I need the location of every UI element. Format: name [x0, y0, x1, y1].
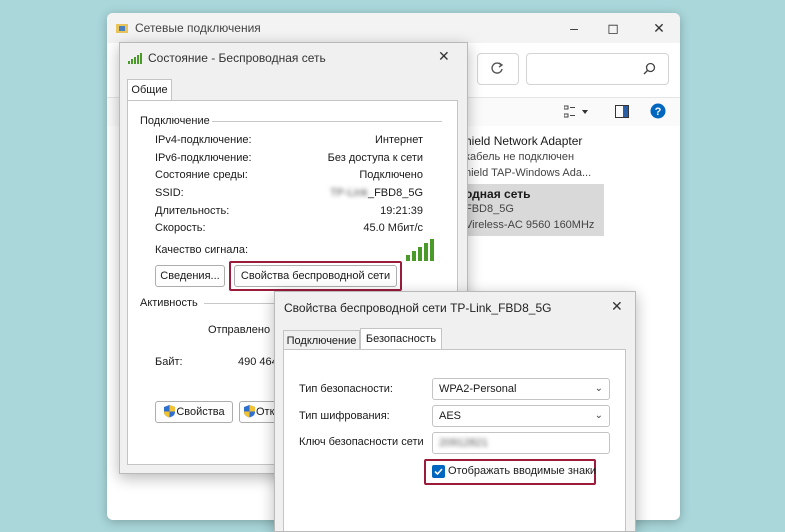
duration-value: 19:21:39: [380, 205, 423, 217]
security-key-input[interactable]: 20912821: [432, 432, 610, 454]
ipv4-value: Интернет: [375, 134, 423, 146]
signal-quality-label: Качество сигнала:: [155, 244, 249, 256]
maximize-icon[interactable]: ◻: [602, 18, 624, 38]
window-title: Сетевые подключения: [135, 21, 261, 35]
title-bar: Сетевые подключения – ◻ ✕: [107, 13, 680, 43]
adapter-1-name: hield Network Adapter: [465, 134, 583, 148]
divider: [204, 303, 274, 304]
tab-general[interactable]: Общие: [127, 79, 172, 101]
properties-button-label: Свойства: [176, 406, 225, 418]
ipv4-label: IPv4-подключение:: [155, 134, 252, 146]
duration-label: Длительность:: [155, 205, 230, 217]
refresh-button[interactable]: [477, 53, 519, 85]
close-icon[interactable]: ✕: [611, 298, 623, 315]
security-type-value: WPA2-Personal: [439, 383, 517, 395]
encryption-type-select[interactable]: AES ⌄: [432, 405, 610, 427]
encryption-type-label: Тип шифрования:: [299, 410, 390, 422]
adapter-2-name: одная сеть: [465, 187, 531, 201]
wireless-properties-button[interactable]: Свойства беспроводной сети: [234, 265, 397, 287]
tab-security[interactable]: Безопасность: [360, 328, 442, 350]
shield-icon: [164, 405, 176, 418]
wireless-properties-dialog: Свойства беспроводной сети TP-Link_FBD8_…: [274, 291, 636, 532]
wifi-signal-icon: [128, 53, 142, 64]
connection-section-label: Подключение: [140, 115, 210, 127]
adapter-1-status: кабель не подключен: [465, 151, 575, 163]
security-tab-panel: Тип безопасности: WPA2-Personal ⌄ Тип ши…: [283, 349, 626, 531]
chevron-down-icon: ⌄: [594, 383, 603, 394]
network-folder-icon: [116, 24, 128, 33]
properties-button[interactable]: Свойства: [155, 401, 233, 423]
ssid-value: TP-Link_FBD8_5G: [330, 187, 423, 199]
preview-pane-icon[interactable]: [615, 105, 629, 118]
close-icon[interactable]: ✕: [438, 48, 450, 65]
show-chars-checkbox[interactable]: [432, 465, 445, 478]
props-dialog-title: Свойства беспроводной сети TP-Link_FBD8_…: [284, 301, 552, 315]
adapter-2-status: FBD8_5G: [465, 203, 514, 215]
details-button[interactable]: Сведения...: [155, 265, 225, 287]
adapter-1-device: hield TAP-Windows Ada...: [465, 167, 592, 179]
search-icon: [643, 62, 656, 75]
bytes-sent-value: 490 464: [238, 356, 278, 368]
ipv6-label: IPv6-подключение:: [155, 152, 252, 164]
shield-icon: [244, 405, 255, 418]
status-dialog-title: Состояние - Беспроводная сеть: [148, 51, 326, 65]
speed-value: 45.0 Мбит/с: [363, 222, 423, 234]
ssid-suffix: _FBD8_5G: [367, 187, 423, 199]
ssid-label: SSID:: [155, 187, 184, 199]
refresh-icon: [491, 62, 504, 74]
help-icon[interactable]: ?: [650, 103, 666, 119]
activity-section-label: Активность: [140, 297, 198, 309]
bytes-label: Байт:: [155, 356, 183, 368]
view-options-icon[interactable]: [564, 105, 590, 119]
chevron-down-icon: ⌄: [594, 410, 603, 421]
close-icon[interactable]: ✕: [648, 18, 670, 38]
sent-label: Отправлено: [208, 324, 271, 336]
minimize-icon[interactable]: –: [563, 18, 585, 38]
divider: [212, 121, 442, 122]
encryption-type-value: AES: [439, 410, 462, 422]
security-type-label: Тип безопасности:: [299, 383, 393, 395]
media-state-label: Состояние среды:: [155, 169, 248, 181]
disable-button-label: Отк: [256, 406, 275, 418]
security-key-label: Ключ безопасности сети: [299, 436, 424, 448]
signal-bars-icon: [406, 239, 434, 261]
ssid-blurred-part: TP-Link: [330, 187, 368, 199]
search-input[interactable]: [526, 53, 669, 85]
security-type-select[interactable]: WPA2-Personal ⌄: [432, 378, 610, 400]
ipv6-value: Без доступа к сети: [327, 152, 423, 164]
media-state-value: Подключено: [359, 169, 423, 181]
svg-text:?: ?: [655, 106, 662, 118]
tab-connection[interactable]: Подключение: [283, 330, 360, 350]
show-chars-label[interactable]: Отображать вводимые знаки: [448, 465, 596, 477]
checkmark-icon: [434, 468, 443, 476]
security-key-value: 20912821: [439, 437, 488, 449]
speed-label: Скорость:: [155, 222, 206, 234]
adapter-2-device: Vireless-AC 9560 160MHz: [465, 219, 595, 231]
